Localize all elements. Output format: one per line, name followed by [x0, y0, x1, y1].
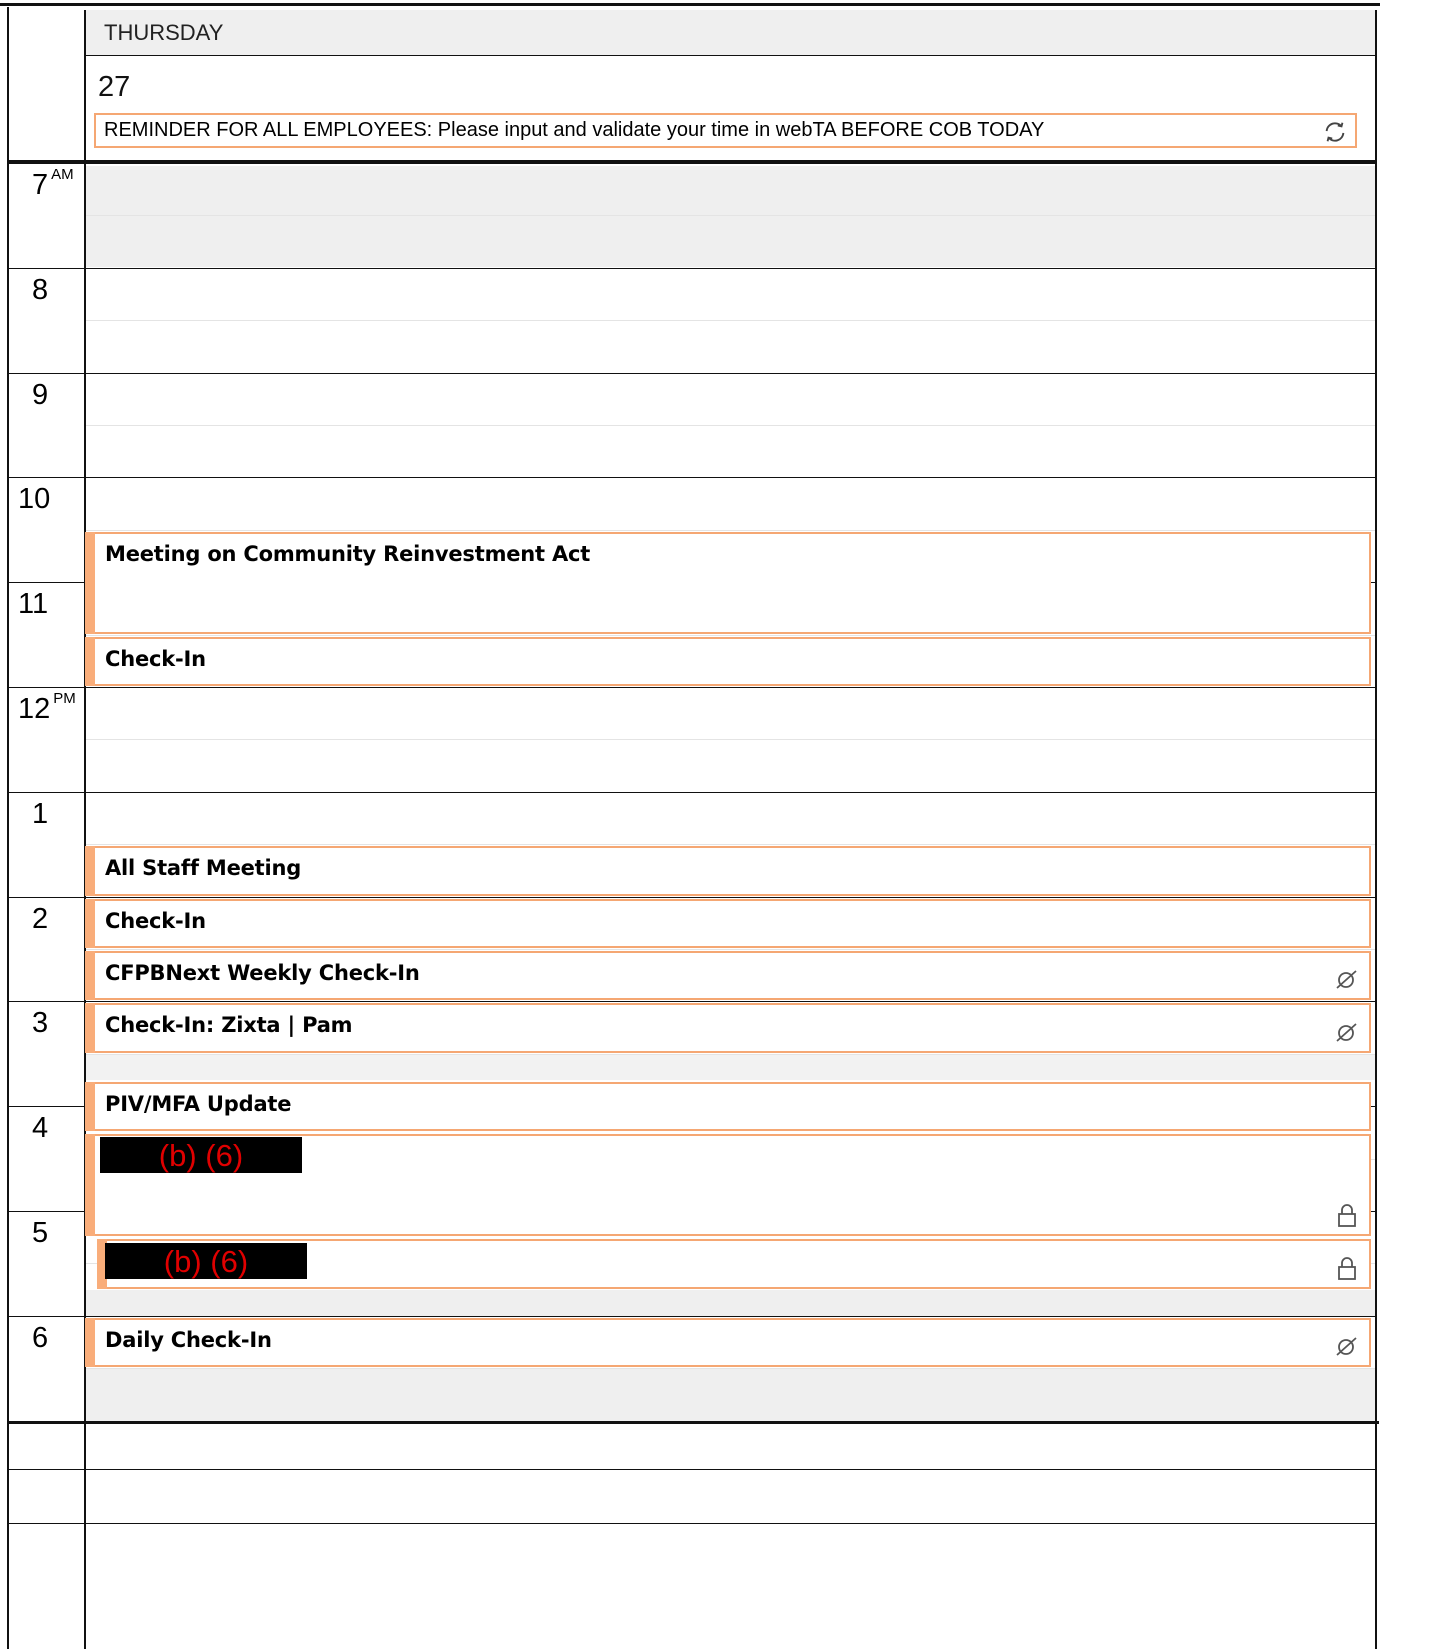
- day-calendar-view: THURSDAY 27 REMINDER FOR ALL EMPLOYEES: …: [0, 0, 1453, 1649]
- lock-icon: [1338, 1256, 1356, 1280]
- half-hour-line: [86, 949, 1375, 950]
- event-title: PIV/MFA Update: [105, 1092, 292, 1116]
- free-slot-shade: [86, 1289, 1375, 1316]
- calendar-event[interactable]: (b) (6): [85, 1134, 1371, 1237]
- hour-number: 7: [32, 169, 49, 201]
- event-color-bar: [85, 636, 95, 686]
- hour-number: 8: [32, 273, 49, 306]
- no-reminder-icon: [1336, 1023, 1357, 1042]
- am-pm-label: PM: [53, 690, 76, 708]
- non-working-hours-shade: [86, 1368, 1375, 1421]
- hour-number: 3: [32, 1007, 49, 1040]
- hour-label: 2: [32, 902, 49, 935]
- hour-number: 11: [18, 588, 49, 621]
- hour-label: 5: [32, 1219, 48, 1248]
- half-hour-line: [86, 425, 1375, 426]
- event-color-bar: [85, 1003, 95, 1053]
- free-slot-shade: [86, 1053, 1375, 1080]
- event-title: Meeting on Community Reinvestment Act: [105, 541, 591, 566]
- half-hour-line: [86, 1053, 1375, 1055]
- all-day-event-title: REMINDER FOR ALL EMPLOYEES: Please input…: [104, 119, 1045, 141]
- calendar-event[interactable]: Meeting on Community Reinvestment Act: [85, 531, 1371, 634]
- event-color-bar: [85, 1317, 95, 1368]
- hour-line: [7, 1523, 1375, 1524]
- no-reminder-icon: [1336, 1337, 1357, 1356]
- hour-label: 11: [18, 590, 48, 619]
- half-hour-line: [86, 634, 1375, 636]
- half-hour-line: [86, 739, 1375, 741]
- event-title: All Staff Meeting: [105, 856, 302, 881]
- event-color-bar: [85, 531, 95, 634]
- hour-label: 10: [18, 485, 50, 514]
- hour-line: [7, 1469, 1375, 1470]
- hour-number: 1: [32, 797, 49, 830]
- calendar-event[interactable]: PIV/MFA Update: [85, 1082, 1371, 1132]
- weekday-label: THURSDAY: [104, 20, 224, 45]
- hour-label: 4: [32, 1114, 48, 1143]
- hour-number: 2: [32, 902, 49, 935]
- redacted-event-title: (b) (6): [100, 1137, 302, 1174]
- hour-label: 8: [32, 273, 49, 306]
- half-hour-line: [86, 215, 1375, 217]
- hour-label: 7 AM: [32, 167, 74, 201]
- non-working-hours-shade: [86, 166, 1375, 267]
- half-hour-line: [86, 844, 1375, 846]
- hour-number: 12: [18, 693, 51, 725]
- frame-left-line: [7, 7, 9, 1649]
- hour-label: 3: [32, 1009, 48, 1038]
- calendar-event[interactable]: Check-In: [85, 636, 1371, 686]
- calendar-event[interactable]: Daily Check-In: [85, 1317, 1371, 1368]
- half-hour-line: [86, 320, 1375, 322]
- header-divider: [84, 55, 1375, 56]
- hour-line: [7, 1315, 1375, 1317]
- hour-label: 6: [32, 1321, 49, 1354]
- hour-line: [7, 1001, 1375, 1003]
- hour-label: 1: [32, 797, 49, 830]
- hour-line: [7, 896, 1375, 898]
- all-day-event[interactable]: REMINDER FOR ALL EMPLOYEES: Please input…: [86, 113, 1357, 148]
- day-header: [84, 10, 1375, 56]
- lock-icon: [1338, 1204, 1356, 1228]
- half-hour-line: [86, 1368, 1375, 1370]
- hour-number: 5: [32, 1217, 49, 1249]
- hour-line: [7, 687, 1375, 688]
- no-reminder-icon: [1336, 970, 1357, 990]
- event-color-bar: [85, 951, 95, 1001]
- hour-label: 12 PM: [18, 691, 76, 725]
- hour-number: 9: [32, 378, 49, 411]
- calendar-event[interactable]: All Staff Meeting: [85, 846, 1371, 896]
- event-title: Daily Check-In: [105, 1327, 272, 1352]
- calendar-event[interactable]: Check-In: [85, 898, 1371, 948]
- calendar-event[interactable]: (b) (6): [97, 1239, 1371, 1289]
- day-end-line: [7, 1420, 1379, 1424]
- event-color-bar: [85, 898, 95, 948]
- date-label: 27: [98, 71, 131, 103]
- event-title: Check-In: [105, 908, 206, 933]
- hour-label: 9: [32, 378, 49, 411]
- calendar-event[interactable]: Check-In: Zixta | Pam: [85, 1003, 1371, 1053]
- event-color-bar: [85, 1134, 95, 1237]
- event-title: CFPBNext Weekly Check-In: [105, 961, 420, 985]
- all-day-event-bar: [86, 113, 96, 148]
- hour-line: [7, 477, 1375, 479]
- hour-line: [7, 267, 1375, 269]
- calendar-event[interactable]: CFPBNext Weekly Check-In: [85, 951, 1371, 1001]
- am-pm-label: AM: [51, 166, 74, 184]
- frame-top-line: [0, 3, 1380, 6]
- hour-number: 10: [18, 483, 51, 516]
- hour-line: [7, 791, 1375, 793]
- hour-line: [7, 372, 1375, 374]
- event-title: Check-In: [105, 646, 206, 671]
- redacted-event-title: (b) (6): [105, 1243, 307, 1280]
- half-hour-line: [86, 529, 1375, 531]
- hour-number: 6: [32, 1321, 49, 1354]
- event-color-bar: [85, 1082, 95, 1132]
- hour-line: [7, 163, 1375, 164]
- frame-right-line: [1375, 10, 1377, 1649]
- event-color-bar: [85, 846, 95, 896]
- recurring-icon: [1325, 122, 1345, 142]
- hour-number: 4: [32, 1112, 49, 1145]
- event-title: Check-In: Zixta | Pam: [105, 1013, 353, 1038]
